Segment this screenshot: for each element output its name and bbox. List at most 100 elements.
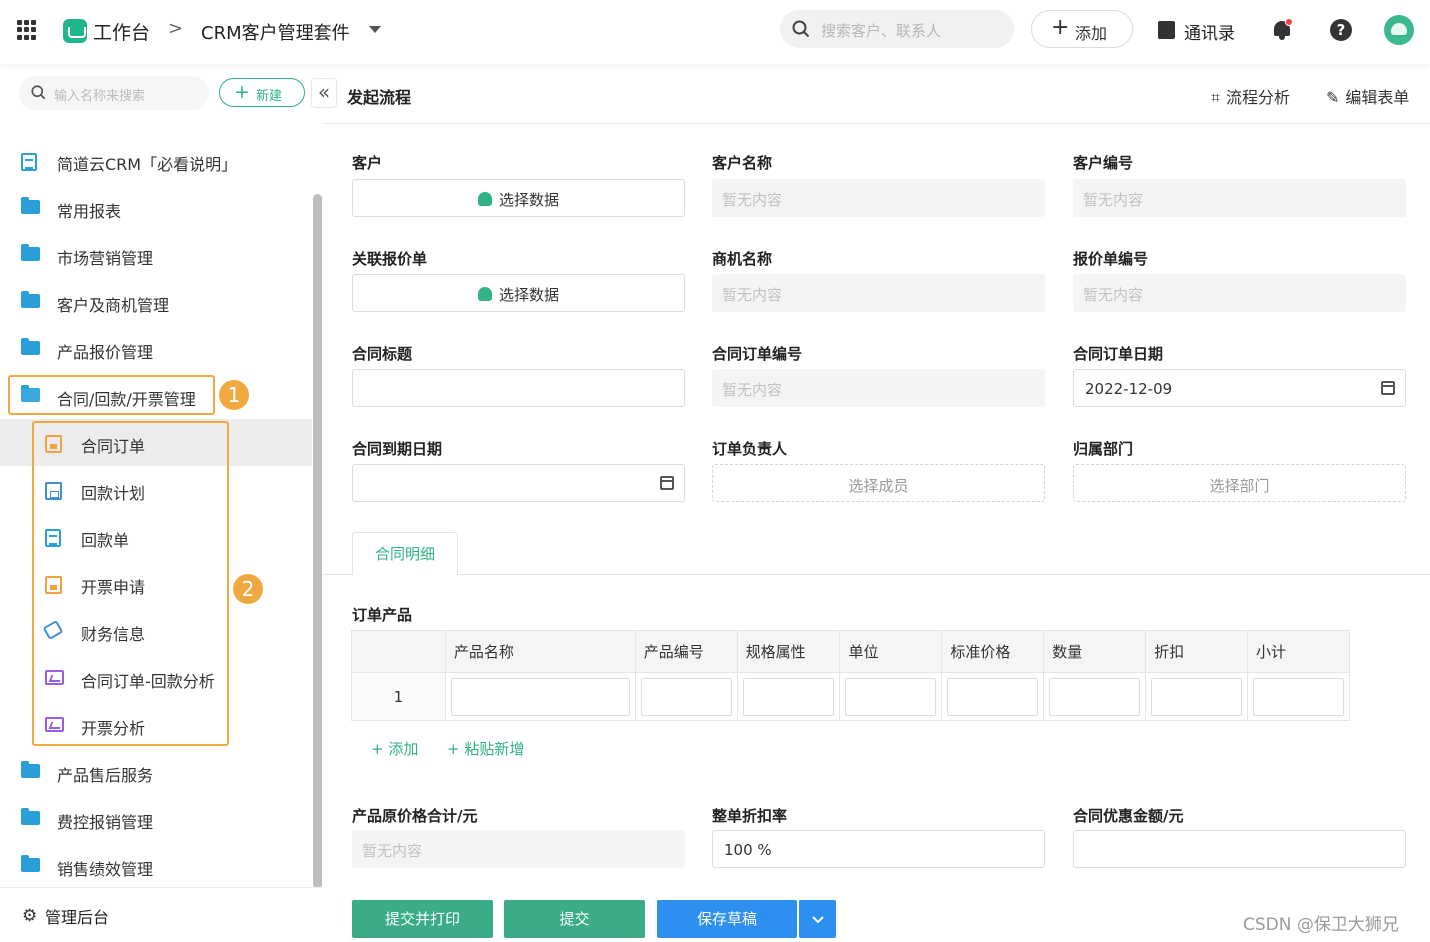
- sidebar-item-after-sales[interactable]: 产品售后服务: [0, 748, 312, 795]
- edit-form-label: 编辑表单: [1345, 88, 1410, 107]
- search-placeholder: 搜索客户、联系人: [821, 22, 942, 40]
- folder-icon: [21, 197, 40, 214]
- paste-add-button[interactable]: + 粘贴新增: [447, 738, 524, 759]
- customer-no-placeholder: 暂无内容: [1083, 191, 1144, 209]
- save-draft-dropdown[interactable]: [798, 900, 836, 938]
- original-total-placeholder: 暂无内容: [362, 842, 423, 860]
- calendar-icon[interactable]: [1381, 381, 1395, 395]
- page-title: 发起流程: [347, 88, 412, 107]
- opportunity-placeholder: 暂无内容: [722, 286, 783, 304]
- submit-print-button[interactable]: 提交并打印: [352, 900, 493, 938]
- highlight-box-group: [8, 375, 215, 415]
- search-icon: [31, 85, 46, 100]
- expire-date-input[interactable]: [352, 464, 685, 502]
- contacts-label: 通讯录: [1184, 24, 1235, 44]
- column-header: 产品编号: [634, 630, 738, 673]
- sidebar-scrollbar[interactable]: [313, 194, 322, 889]
- chevron-down-icon: [811, 915, 824, 923]
- tab-contract-detail[interactable]: 合同明细: [352, 532, 458, 575]
- add-row-label: 添加: [388, 740, 419, 758]
- add-label: 添加: [1075, 24, 1108, 43]
- department-select[interactable]: 选择部门: [1073, 464, 1406, 502]
- save-draft-button[interactable]: 保存草稿: [657, 900, 797, 938]
- tab-divider: [323, 574, 1430, 575]
- sidebar-item-marketing[interactable]: 市场营销管理: [0, 231, 312, 278]
- gear-icon: ⚙: [22, 906, 38, 926]
- quote-select-button[interactable]: 选择数据: [352, 274, 685, 312]
- discount-amount-label: 合同优惠金额/元: [1073, 807, 1184, 825]
- quantity-input[interactable]: [1049, 677, 1141, 716]
- plus-icon: +: [1051, 15, 1070, 40]
- submit-button[interactable]: 提交: [504, 900, 645, 938]
- new-button[interactable]: + 新建: [219, 78, 305, 107]
- add-row-button[interactable]: + 添加: [371, 738, 418, 759]
- sidebar-search-placeholder: 输入名称来搜索: [54, 89, 146, 104]
- admin-link[interactable]: ⚙ 管理后台: [0, 887, 323, 942]
- sidebar-item-performance[interactable]: 销售绩效管理: [0, 842, 312, 889]
- collapse-sidebar-icon[interactable]: «: [311, 78, 337, 108]
- order-date-input[interactable]: 2022-12-09: [1073, 369, 1406, 407]
- plus-icon: +: [234, 81, 250, 103]
- sidebar-item-crm-guide[interactable]: 简道云CRM「必看说明」: [0, 137, 312, 184]
- column-header: 单位: [839, 630, 943, 673]
- table-header-row: 产品名称 产品编号 规格属性 单位 标准价格 数量 折扣 小计: [351, 630, 1350, 673]
- contacts-icon: [1158, 21, 1175, 39]
- bell-icon[interactable]: [1271, 18, 1293, 42]
- sidebar-item-customers[interactable]: 客户及商机管理: [0, 278, 312, 325]
- global-search-input[interactable]: 搜索客户、联系人: [780, 10, 1014, 48]
- folder-icon: [21, 291, 40, 308]
- spec-input[interactable]: [742, 677, 835, 716]
- customer-name-label: 客户名称: [712, 154, 773, 172]
- sidebar-item-label: 费控报销管理: [57, 813, 154, 832]
- discount-rate-label: 整单折扣率: [712, 807, 788, 825]
- order-date-label: 合同订单日期: [1073, 345, 1164, 363]
- quote-label: 关联报价单: [352, 250, 428, 268]
- avatar[interactable]: [1384, 15, 1414, 45]
- owner-label: 订单负责人: [712, 440, 788, 458]
- sidebar-item-reports[interactable]: 常用报表: [0, 184, 312, 231]
- sidebar-item-expense[interactable]: 费控报销管理: [0, 795, 312, 842]
- original-total-field: 暂无内容: [352, 830, 685, 868]
- owner-select[interactable]: 选择成员: [712, 464, 1045, 502]
- contract-title-input[interactable]: [352, 369, 685, 407]
- row-number: 1: [351, 672, 446, 721]
- notification-dot: [1285, 18, 1293, 26]
- workspace-logo-icon: [63, 19, 87, 43]
- app-name[interactable]: CRM客户管理套件: [201, 19, 350, 45]
- workspace-link[interactable]: 工作台: [93, 18, 150, 45]
- edit-form-button[interactable]: ✎ 编辑表单: [1326, 84, 1409, 108]
- highlight-box-subitems: [32, 421, 229, 746]
- department-placeholder: 选择部门: [1209, 477, 1270, 495]
- app-grid-icon[interactable]: [17, 20, 37, 40]
- discount-input[interactable]: [1151, 677, 1243, 716]
- sidebar-item-label: 客户及商机管理: [57, 296, 170, 315]
- discount-rate-input[interactable]: 100 %: [712, 830, 1045, 868]
- price-input[interactable]: [947, 677, 1039, 716]
- help-icon[interactable]: ?: [1330, 19, 1352, 41]
- search-icon: [792, 20, 810, 38]
- calendar-icon[interactable]: [660, 476, 674, 490]
- table-cell: [736, 672, 841, 721]
- add-button[interactable]: + 添加: [1031, 10, 1133, 48]
- sidebar-item-label: 简道云CRM「必看说明」: [57, 155, 238, 174]
- flow-analysis-label: 流程分析: [1226, 88, 1291, 107]
- sidebar-item-quotes[interactable]: 产品报价管理: [0, 325, 312, 372]
- table-cell: [1145, 672, 1249, 721]
- discount-amount-input[interactable]: [1073, 830, 1406, 868]
- order-no-placeholder: 暂无内容: [722, 381, 783, 399]
- chevron-down-icon[interactable]: [369, 26, 381, 33]
- owner-placeholder: 选择成员: [848, 477, 909, 495]
- customer-select-button[interactable]: 选择数据: [352, 179, 685, 217]
- table-cell: [444, 672, 636, 721]
- folder-icon: [21, 338, 40, 355]
- folder-icon: [21, 244, 40, 261]
- product-no-input[interactable]: [640, 677, 732, 716]
- subtotal-input[interactable]: [1253, 677, 1344, 716]
- flow-analysis-button[interactable]: ⌗ 流程分析: [1211, 84, 1290, 108]
- folder-icon: [21, 761, 40, 778]
- product-name-input[interactable]: [450, 677, 630, 716]
- sidebar-search-input[interactable]: 输入名称来搜索: [19, 76, 209, 110]
- column-header: 小计: [1247, 630, 1350, 673]
- unit-input[interactable]: [845, 677, 937, 716]
- document-icon: [21, 153, 37, 171]
